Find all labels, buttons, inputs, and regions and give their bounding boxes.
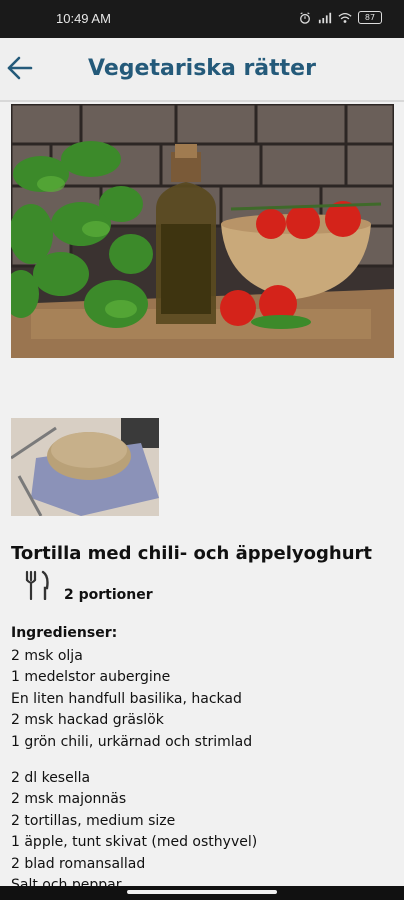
fork-knife-icon	[25, 570, 49, 600]
list-item: En liten handfull basilika, hackad	[11, 690, 242, 707]
app-bar: Vegetariska rätter	[0, 38, 404, 102]
status-bar: 10:49 AM 87	[0, 0, 404, 38]
status-time: 10:49 AM	[56, 11, 111, 26]
list-item: 1 äpple, tunt skivat (med osthyvel)	[11, 834, 258, 851]
home-gesture-handle[interactable]	[127, 890, 277, 894]
hero-photo	[11, 104, 394, 358]
list-item: 2 msk majonnäs	[11, 791, 127, 808]
ingredients-heading: Ingredienser:	[11, 625, 118, 641]
list-item: 2 tortillas, medium size	[11, 812, 176, 829]
recipe-title: Tortilla med chili- och äppelyoghurt	[11, 543, 373, 564]
battery-icon: 87	[358, 11, 382, 24]
list-item: 2 msk olja	[11, 648, 83, 664]
list-item: 2 blad romansallad	[11, 855, 146, 872]
page-title: Vegetariska rätter	[88, 56, 316, 81]
wifi-icon	[338, 12, 352, 23]
status-icons: 87	[298, 11, 382, 24]
signal-icon	[318, 12, 332, 23]
recipe-thumbnail[interactable]	[11, 418, 159, 516]
list-item: 1 grön chili, urkärnad och strimlad	[11, 733, 253, 750]
hero-image	[11, 104, 394, 358]
alarm-icon	[300, 11, 310, 24]
list-item: 1 medelstor aubergine	[11, 669, 171, 686]
servings-text: 2 portioner	[64, 587, 153, 603]
list-item: 2 dl kesella	[11, 769, 91, 786]
ingredients-list: 2 msk olja 1 medelstor aubergine En lite…	[11, 646, 257, 896]
list-item: 2 msk hackad gräslök	[11, 712, 164, 729]
tortilla-photo	[11, 418, 159, 516]
